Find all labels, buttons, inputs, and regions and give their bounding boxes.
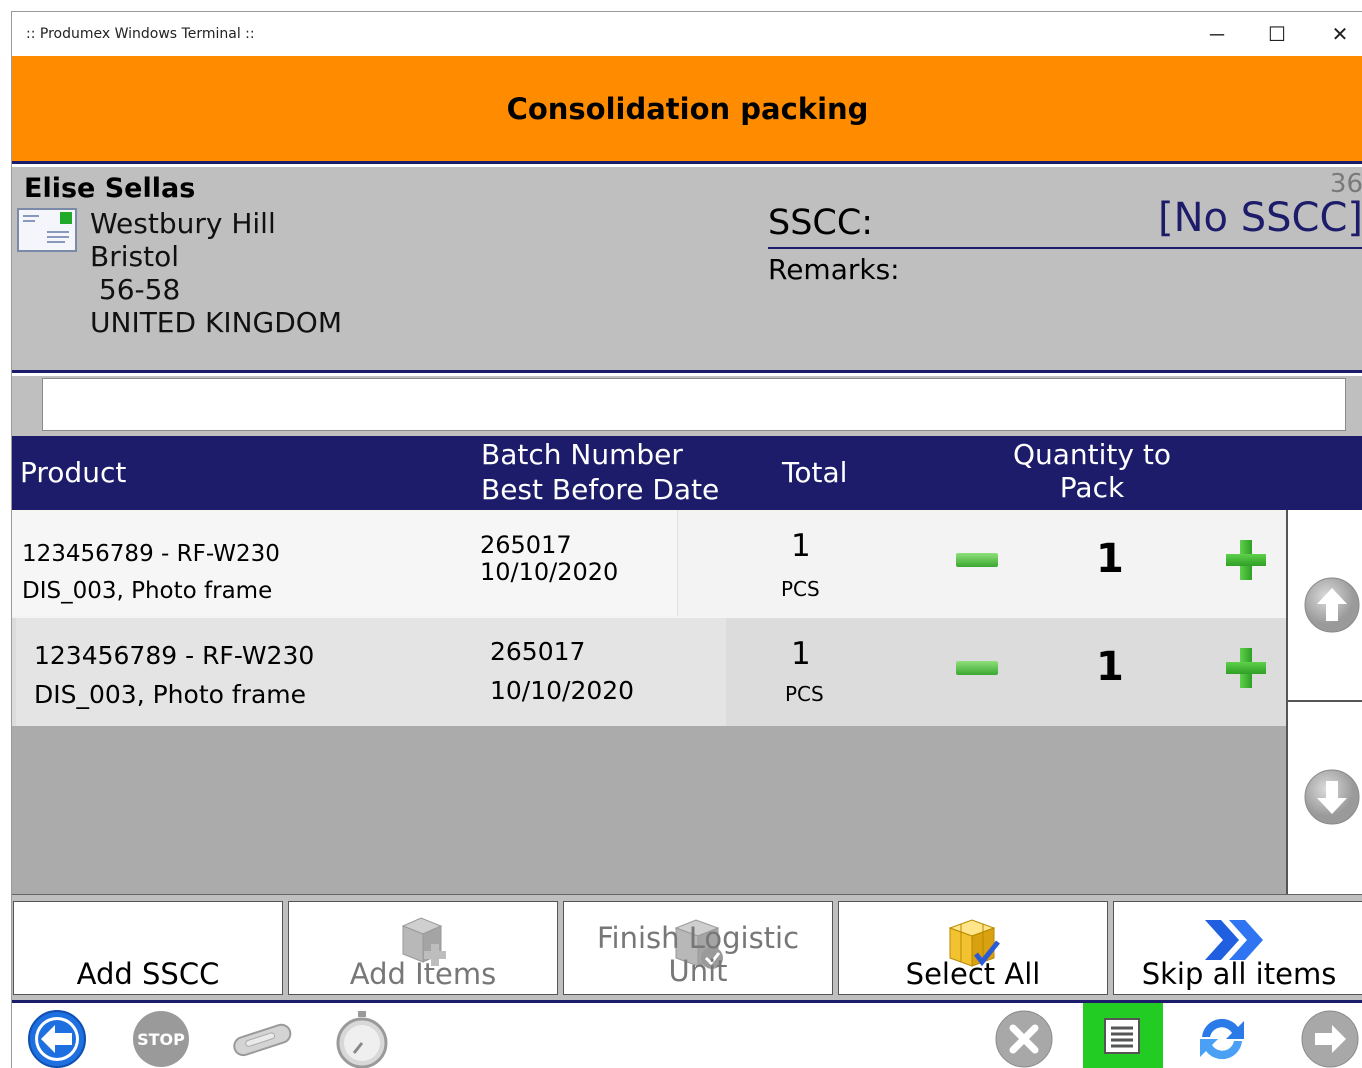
column-header-batch-line1: Batch Number [481, 438, 683, 471]
finish-label-line2: Unit [668, 954, 728, 988]
stop-icon[interactable]: STOP [131, 1009, 191, 1068]
bottom-toolbar: STOP [12, 1003, 1362, 1068]
close-button[interactable]: ✕ [1320, 18, 1360, 50]
decrease-quantity-button[interactable] [956, 553, 998, 567]
maximize-button[interactable]: ☐ [1257, 18, 1297, 50]
finish-logistic-unit-button[interactable]: Finish Logistic Unit [563, 901, 833, 995]
batch-cell: 265017 10/10/2020 [490, 632, 634, 710]
product-name: DIS_003, Photo frame [22, 578, 273, 604]
column-header-quantity: Quantity to Pack [992, 438, 1192, 504]
page-header: Consolidation packing [12, 56, 1362, 164]
table-row[interactable]: 123456789 - RF-W230 DIS_003, Photo frame… [12, 618, 1286, 726]
cancel-icon[interactable] [994, 1009, 1054, 1068]
info-panel: Elise Sellas Westbury Hill Bristol 56-58… [12, 167, 1362, 373]
add-sscc-label: Add SSCC [76, 957, 220, 991]
table-row[interactable]: 123456789 - RF-W230 DIS_003, Photo frame… [12, 510, 1286, 618]
document-list-button[interactable] [1083, 1003, 1163, 1068]
stopwatch-icon[interactable] [332, 1009, 392, 1068]
batch-number: 265017 [480, 531, 572, 559]
select-all-label: Select All [905, 957, 1041, 991]
scroll-divider [1288, 700, 1362, 702]
scroll-column [1286, 510, 1362, 894]
function-button-bar: Add SSCC Add Items Finish Logistic Unit … [12, 894, 1362, 1000]
scanner-icon[interactable] [229, 1009, 295, 1068]
scan-input[interactable] [42, 378, 1346, 431]
sscc-value[interactable]: [No SSCC] [1158, 195, 1362, 241]
minimize-button[interactable]: ─ [1197, 18, 1237, 50]
product-code: 123456789 - RF-W230 [22, 541, 280, 567]
skip-all-items-button[interactable]: Skip all items [1113, 901, 1362, 995]
customer-address: Westbury Hill Bristol 56-58 UNITED KINGD… [90, 207, 342, 339]
stop-label: STOP [137, 1030, 185, 1049]
column-header-batch: Batch Number Best Before Date [481, 437, 719, 507]
column-header-product: Product [20, 456, 127, 489]
total-quantity: 1 [791, 528, 811, 564]
address-line-city: Bristol [90, 240, 179, 273]
scroll-up-button[interactable] [1303, 576, 1361, 634]
finish-logistic-unit-label: Finish Logistic Unit [564, 922, 832, 988]
product-cell: 123456789 - RF-W230 DIS_003, Photo frame [22, 536, 280, 610]
scroll-down-button[interactable] [1303, 768, 1361, 826]
document-list-icon [1104, 1018, 1140, 1054]
page-title: Consolidation packing [506, 91, 869, 126]
add-sscc-button[interactable]: Add SSCC [13, 901, 283, 995]
customer-name: Elise Sellas [24, 173, 196, 204]
select-all-button[interactable]: Select All [838, 901, 1108, 995]
column-header-batch-line2: Best Before Date [481, 473, 720, 506]
table-header: Product Batch Number Best Before Date To… [12, 436, 1362, 510]
sscc-underline [768, 247, 1362, 249]
back-arrow-icon[interactable] [27, 1009, 87, 1068]
total-unit: PCS [785, 682, 824, 706]
remarks-label: Remarks: [768, 253, 900, 286]
refresh-icon[interactable] [1192, 1009, 1252, 1068]
decrease-quantity-button[interactable] [956, 661, 998, 675]
batch-number: 265017 [490, 637, 586, 666]
total-quantity: 1 [791, 636, 811, 672]
best-before-date: 10/10/2020 [480, 558, 619, 586]
quantity-to-pack: 1 [1096, 536, 1124, 582]
product-name: DIS_003, Photo frame [34, 680, 306, 709]
increase-quantity-button[interactable] [1226, 540, 1266, 580]
app-window: :: Produmex Windows Terminal :: ─ ☐ ✕ Co… [11, 11, 1362, 1068]
product-code: 123456789 - RF-W230 [34, 641, 315, 670]
address-line-country: UNITED KINGDOM [90, 306, 342, 339]
product-cell: 123456789 - RF-W230 DIS_003, Photo frame [34, 636, 314, 714]
column-header-qty-line1: Quantity to [1012, 438, 1171, 471]
sscc-label: SSCC: [768, 203, 874, 243]
forward-arrow-icon[interactable] [1300, 1009, 1360, 1068]
address-card-icon [17, 208, 77, 252]
finish-label-line1: Finish Logistic [596, 921, 800, 955]
total-unit: PCS [781, 577, 820, 601]
add-items-label: Add Items [349, 957, 497, 991]
batch-cell: 265017 10/10/2020 [480, 532, 618, 586]
address-line-street: Westbury Hill [90, 207, 276, 240]
address-line-number: 56-58 [90, 273, 181, 306]
column-header-qty-line2: Pack [1059, 471, 1125, 504]
skip-all-items-label: Skip all items [1141, 957, 1337, 991]
best-before-date: 10/10/2020 [490, 676, 635, 705]
scan-bar [12, 376, 1362, 436]
window-title: :: Produmex Windows Terminal :: [26, 26, 255, 42]
add-items-button[interactable]: Add Items [288, 901, 558, 995]
title-bar: :: Produmex Windows Terminal :: ─ ☐ ✕ [12, 12, 1362, 56]
increase-quantity-button[interactable] [1226, 648, 1266, 688]
quantity-to-pack: 1 [1096, 644, 1124, 690]
column-header-total: Total [782, 456, 848, 489]
item-grid: 123456789 - RF-W230 DIS_003, Photo frame… [12, 510, 1286, 894]
